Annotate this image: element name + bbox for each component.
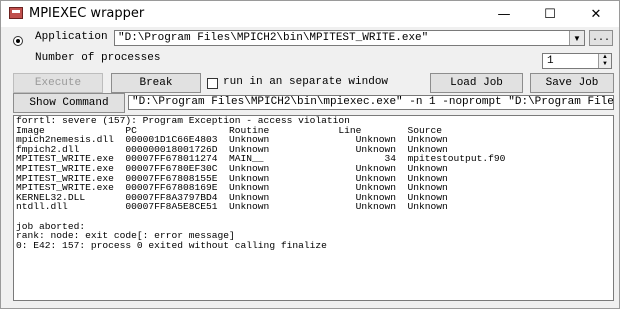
application-label: Application [35,31,108,43]
execute-button[interactable]: Execute [13,73,103,93]
output-console[interactable]: forrtl: severe (157): Program Exception … [13,115,614,301]
maximize-button[interactable]: ☐ [527,1,573,27]
processes-spinner[interactable]: 1 ▲ ▼ [542,53,612,69]
app-icon [9,7,23,19]
chevron-down-icon[interactable]: ▼ [569,31,584,45]
break-button[interactable]: Break [111,73,201,93]
command-line-text: "D:\Program Files\MPICH2\bin\mpiexec.exe… [132,96,614,108]
command-line-field[interactable]: "D:\Program Files\MPICH2\bin\mpiexec.exe… [128,95,614,110]
output-line: 0: E42: 157: process 0 exited without ca… [16,239,327,251]
processes-label: Number of processes [35,52,161,64]
title-bar[interactable]: MPIEXEC wrapper — ☐ ✕ [1,1,619,27]
processes-value: 1 [547,55,554,67]
close-button[interactable]: ✕ [573,1,619,27]
application-value: "D:\Program Files\MPICH2\bin\MPITEST_WRI… [118,32,429,44]
main-window: MPIEXEC wrapper — ☐ ✕ Application "D:\Pr… [0,0,620,309]
separate-window-label: run in an separate window [223,76,389,88]
spinner-arrows-icon[interactable]: ▲ ▼ [598,54,611,68]
window-title: MPIEXEC wrapper [29,6,145,21]
browse-button[interactable]: ... [589,30,613,46]
show-command-button[interactable]: Show Command [13,93,125,113]
load-job-button[interactable]: Load Job [430,73,523,93]
application-radio[interactable] [13,36,23,46]
output-line: ntdll.dll 00007FF8A5E8CE51 Unknown Unkno… [16,201,448,213]
separate-window-checkbox[interactable] [207,78,218,89]
application-combobox[interactable]: "D:\Program Files\MPICH2\bin\MPITEST_WRI… [114,30,585,46]
minimize-button[interactable]: — [481,1,527,27]
save-job-button[interactable]: Save Job [530,73,614,93]
